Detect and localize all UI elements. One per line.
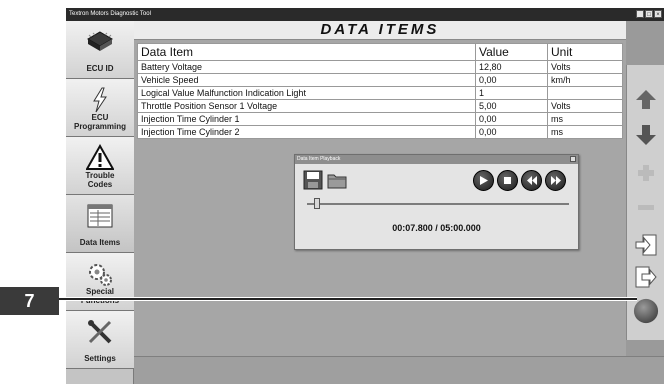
- sidebar-item-ecu-programming[interactable]: ECU Programming: [66, 79, 134, 137]
- minus-icon: [638, 205, 654, 210]
- sidebar-item-label: Trouble Codes: [85, 171, 115, 189]
- cell-unit: Volts: [547, 99, 623, 113]
- cell-value: 0,00: [475, 112, 548, 126]
- import-button[interactable]: [633, 231, 659, 259]
- sidebar-item-trouble-codes[interactable]: Trouble Codes: [66, 137, 134, 195]
- cell-value: 12,80: [475, 60, 548, 74]
- cell-value: 1: [475, 86, 548, 100]
- playback-title-bar: Data Item Playback: [295, 155, 578, 164]
- playback-dialog: Data Item Playback 00:07.800 / 05:00.000: [294, 154, 579, 250]
- app-window: Textron Motors Diagnostic Tool _ □ × ECU…: [66, 8, 664, 384]
- cell-unit: ms: [547, 125, 623, 139]
- cell-value: 0,00: [475, 125, 548, 139]
- playback-close-button[interactable]: [570, 156, 576, 162]
- chip-icon: [87, 31, 113, 51]
- fast-forward-icon: [550, 176, 561, 185]
- sidebar: ECU ID ECU Programming Trouble Codes Dat…: [66, 21, 134, 384]
- page-title: DATA ITEMS: [134, 21, 626, 40]
- lightning-icon: [93, 87, 107, 113]
- cell-data-item: Battery Voltage: [137, 60, 476, 74]
- gears-icon: [89, 264, 112, 286]
- cell-unit: Volts: [547, 60, 623, 74]
- sidebar-item-label: ECU ID: [86, 64, 114, 73]
- plus-icon: [638, 165, 654, 181]
- cell-data-item: Injection Time Cylinder 2: [137, 125, 476, 139]
- rewind-button[interactable]: [521, 170, 542, 191]
- callout-number: 7: [0, 287, 59, 315]
- main-panel: DATA ITEMS Data Item Value Unit Battery …: [134, 21, 664, 384]
- column-header-data-item[interactable]: Data Item: [137, 43, 476, 61]
- data-list-icon: [87, 204, 113, 228]
- arrow-up-icon: [636, 90, 656, 109]
- import-icon: [635, 234, 657, 256]
- rewind-icon: [526, 176, 537, 185]
- playback-time-readout: 00:07.800 / 05:00.000: [392, 223, 481, 233]
- sidebar-item-special-functions[interactable]: Special Functions: [66, 253, 134, 311]
- bottom-panel: [134, 356, 664, 384]
- cell-data-item: Logical Value Malfunction Indication Lig…: [137, 86, 476, 100]
- table-row[interactable]: Injection Time Cylinder 2 0,00 ms: [137, 125, 623, 139]
- sidebar-item-label: Special Functions: [81, 287, 119, 305]
- window-title: Textron Motors Diagnostic Tool: [69, 11, 151, 17]
- table-row[interactable]: Logical Value Malfunction Indication Lig…: [137, 86, 623, 100]
- table-row[interactable]: Battery Voltage 12,80 Volts: [137, 60, 623, 74]
- close-button[interactable]: ×: [654, 10, 662, 18]
- play-icon: [480, 176, 488, 185]
- play-button[interactable]: [473, 170, 494, 191]
- export-icon: [635, 266, 657, 288]
- sidebar-item-ecu-id[interactable]: ECU ID: [66, 21, 134, 79]
- table-header-row: Data Item Value Unit: [137, 43, 623, 61]
- minimize-button[interactable]: _: [636, 10, 644, 18]
- cell-data-item: Throttle Position Sensor 1 Voltage: [137, 99, 476, 113]
- arrow-down-icon: [636, 125, 656, 145]
- window-controls: _ □ ×: [636, 10, 662, 18]
- cell-unit: ms: [547, 112, 623, 126]
- column-header-unit[interactable]: Unit: [547, 43, 623, 61]
- warning-icon: [86, 144, 114, 170]
- data-items-table: Data Item Value Unit Battery Voltage 12,…: [137, 43, 623, 139]
- column-header-value[interactable]: Value: [475, 43, 548, 61]
- sidebar-item-settings[interactable]: Settings: [66, 311, 134, 369]
- stop-icon: [504, 177, 511, 184]
- sidebar-item-label: ECU Programming: [73, 113, 126, 131]
- record-button[interactable]: [633, 297, 659, 325]
- cell-value: 0,00: [475, 73, 548, 87]
- cell-data-item: Injection Time Cylinder 1: [137, 112, 476, 126]
- add-button[interactable]: [633, 159, 659, 187]
- table-row[interactable]: Injection Time Cylinder 1 0,00 ms: [137, 112, 623, 126]
- record-icon: [633, 298, 659, 324]
- table-row[interactable]: Vehicle Speed 0,00 km/h: [137, 73, 623, 87]
- table-row[interactable]: Throttle Position Sensor 1 Voltage 5,00 …: [137, 99, 623, 113]
- move-up-button[interactable]: [633, 85, 659, 113]
- playback-slider-thumb[interactable]: [313, 198, 320, 209]
- export-button[interactable]: [633, 263, 659, 291]
- sidebar-item-data-items[interactable]: Data Items: [66, 195, 134, 253]
- move-down-button[interactable]: [633, 121, 659, 149]
- cell-data-item: Vehicle Speed: [137, 73, 476, 87]
- save-icon[interactable]: [303, 170, 323, 190]
- sidebar-item-label: Data Items: [79, 238, 121, 247]
- callout-leader-line: [59, 297, 637, 301]
- wrench-screwdriver-icon: [88, 320, 112, 344]
- title-bar: Textron Motors Diagnostic Tool _ □ ×: [66, 8, 664, 21]
- cell-unit: km/h: [547, 73, 623, 87]
- cell-unit: [547, 86, 623, 100]
- sidebar-item-label: Settings: [84, 354, 116, 363]
- cell-value: 5,00: [475, 99, 548, 113]
- fast-forward-button[interactable]: [545, 170, 566, 191]
- stop-button[interactable]: [497, 170, 518, 191]
- playback-track[interactable]: [307, 203, 569, 205]
- playback-title: Data Item Playback: [297, 156, 341, 162]
- remove-button[interactable]: [633, 193, 659, 221]
- maximize-button[interactable]: □: [645, 10, 653, 18]
- open-folder-icon[interactable]: [327, 170, 347, 190]
